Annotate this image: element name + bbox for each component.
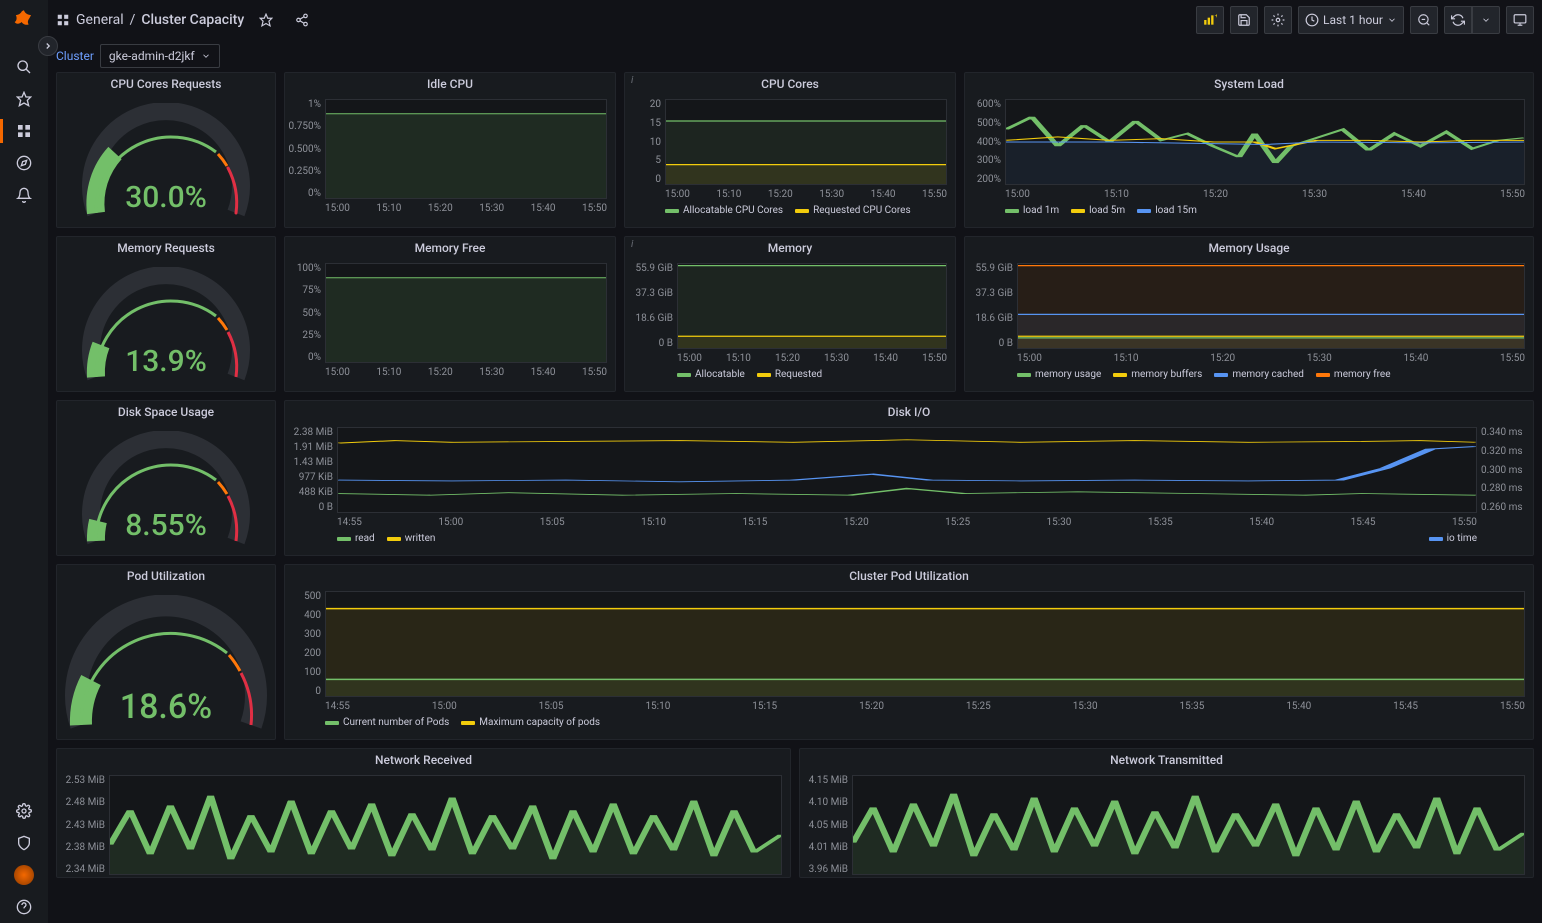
panel-pod-utilization[interactable]: Pod Utilization 18.6% bbox=[56, 564, 276, 740]
x-axis: 14:5515:0015:0515:1015:1515:2015:2515:30… bbox=[325, 701, 1525, 713]
panel-title: System Load bbox=[965, 73, 1533, 93]
panel-disk-space-usage[interactable]: Disk Space Usage 8.55% bbox=[56, 400, 276, 556]
sidebar-expand-button[interactable] bbox=[38, 36, 58, 56]
svg-text:+: + bbox=[1215, 14, 1217, 20]
y-axis: 55.9 GiB37.3 GiB18.6 GiB0 B bbox=[965, 263, 1013, 349]
panel-cluster-pod-utilization[interactable]: Cluster Pod Utilization 5004003002001000… bbox=[284, 564, 1534, 740]
y-axis-right: 0.340 ms0.320 ms0.300 ms0.280 ms0.260 ms bbox=[1481, 427, 1533, 513]
chevron-down-icon bbox=[201, 51, 211, 61]
save-button[interactable] bbox=[1230, 6, 1258, 34]
var-select-cluster[interactable]: gke-admin-d2jkf bbox=[100, 44, 220, 68]
y-axis: 1%0.750%0.500%0.250%0% bbox=[285, 99, 321, 199]
time-label: Last 1 hour bbox=[1323, 13, 1383, 27]
time-picker[interactable]: Last 1 hour bbox=[1298, 6, 1404, 34]
settings-button[interactable] bbox=[1264, 6, 1292, 34]
refresh-button[interactable] bbox=[1444, 6, 1472, 34]
y-axis: 100%75%50%25%0% bbox=[285, 263, 321, 363]
legend-left: read written bbox=[337, 533, 435, 544]
var-value-cluster: gke-admin-d2jkf bbox=[109, 49, 195, 63]
y-axis: 20151050 bbox=[625, 99, 661, 185]
panel-title: Disk Space Usage bbox=[57, 401, 275, 421]
x-axis: 15:0015:1015:2015:3015:4015:50 bbox=[677, 353, 947, 365]
panel-cpu-cores[interactable]: i CPU Cores 20151050 15:0015:1015:2015:3… bbox=[624, 72, 956, 228]
shield-icon[interactable] bbox=[0, 827, 48, 859]
x-axis: 15:0015:1015:2015:3015:4015:50 bbox=[325, 203, 607, 215]
panel-network-transmitted[interactable]: Network Transmitted 4.15 MiB4.10 MiB4.05… bbox=[799, 748, 1534, 878]
legend: memory usage memory buffers memory cache… bbox=[965, 365, 1533, 380]
x-axis: 15:0015:1015:2015:3015:4015:50 bbox=[1005, 189, 1525, 201]
help-icon[interactable] bbox=[0, 891, 48, 923]
panel-cpu-cores-requests[interactable]: CPU Cores Requests 30.0% bbox=[56, 72, 276, 228]
dashboards-icon[interactable] bbox=[0, 115, 48, 147]
y-axis-left: 2.38 MiB1.91 MiB1.43 MiB977 KiB488 KiB0 … bbox=[285, 427, 333, 513]
y-axis: 55.9 GiB37.3 GiB18.6 GiB0 B bbox=[625, 263, 673, 349]
panel-title: Memory bbox=[625, 237, 955, 257]
panel-title: Memory Usage bbox=[965, 237, 1533, 257]
gauge-value: 13.9% bbox=[57, 344, 275, 379]
info-icon: i bbox=[631, 239, 633, 250]
panel-title: Memory Requests bbox=[57, 237, 275, 257]
info-icon: i bbox=[631, 75, 633, 86]
gauge-value: 18.6% bbox=[57, 687, 275, 727]
panel-network-received[interactable]: Network Received 2.53 MiB2.48 MiB2.43 Mi… bbox=[56, 748, 791, 878]
legend-right: io time bbox=[1429, 533, 1477, 544]
avatar[interactable] bbox=[0, 859, 48, 891]
x-axis: 15:0015:1015:2015:3015:4015:50 bbox=[325, 367, 607, 379]
panel-title: Disk I/O bbox=[285, 401, 1533, 421]
config-icon[interactable] bbox=[0, 795, 48, 827]
panel-title: Pod Utilization bbox=[57, 565, 275, 585]
panel-title: Idle CPU bbox=[285, 73, 615, 93]
sidebar bbox=[0, 0, 48, 923]
panel-title: CPU Cores bbox=[625, 73, 955, 93]
gauge-value: 30.0% bbox=[57, 180, 275, 215]
breadcrumb: General / Cluster Capacity bbox=[56, 12, 244, 28]
add-panel-button[interactable]: + bbox=[1196, 6, 1224, 34]
x-axis: 15:0015:1015:2015:3015:4015:50 bbox=[665, 189, 947, 201]
folder-name[interactable]: General bbox=[76, 12, 124, 28]
y-axis: 2.53 MiB2.48 MiB2.43 MiB2.38 MiB2.34 MiB bbox=[57, 775, 105, 875]
alert-icon[interactable] bbox=[0, 179, 48, 211]
panel-title: CPU Cores Requests bbox=[57, 73, 275, 93]
y-axis: 600%500%400%300%200% bbox=[965, 99, 1001, 185]
dashboard-title: Cluster Capacity bbox=[141, 12, 244, 28]
panel-memory[interactable]: i Memory 55.9 GiB37.3 GiB18.6 GiB0 B 15:… bbox=[624, 236, 956, 392]
panel-title: Cluster Pod Utilization bbox=[285, 565, 1533, 585]
grafana-logo[interactable] bbox=[10, 8, 38, 51]
y-axis: 4.15 MiB4.10 MiB4.05 MiB4.01 MiB3.96 MiB bbox=[800, 775, 848, 875]
panel-memory-requests[interactable]: Memory Requests 13.9% bbox=[56, 236, 276, 392]
star-icon[interactable] bbox=[0, 83, 48, 115]
panel-idle-cpu[interactable]: Idle CPU 1%0.750%0.500%0.250%0% 15:0015:… bbox=[284, 72, 616, 228]
panel-memory-usage[interactable]: Memory Usage 55.9 GiB37.3 GiB18.6 GiB0 B… bbox=[964, 236, 1534, 392]
legend: Current number of Pods Maximum capacity … bbox=[285, 713, 1533, 728]
legend: Allocatable CPU Cores Requested CPU Core… bbox=[625, 201, 955, 216]
dashboard-content: CPU Cores Requests 30.0% Idle CPU 1%0.75… bbox=[48, 72, 1542, 923]
panel-title: Memory Free bbox=[285, 237, 615, 257]
y-axis: 5004003002001000 bbox=[285, 591, 321, 697]
legend: Allocatable Requested bbox=[625, 365, 955, 380]
panel-memory-free[interactable]: Memory Free 100%75%50%25%0% 15:0015:1015… bbox=[284, 236, 616, 392]
var-label-cluster: Cluster bbox=[56, 49, 94, 63]
x-axis: 14:5515:0015:0515:1015:1515:2015:2515:30… bbox=[337, 517, 1477, 529]
share-button[interactable] bbox=[288, 6, 316, 34]
favorite-button[interactable] bbox=[252, 6, 280, 34]
panel-title: Network Received bbox=[57, 749, 790, 769]
zoom-out-button[interactable] bbox=[1410, 6, 1438, 34]
topbar: General / Cluster Capacity + Last 1 hour bbox=[48, 0, 1542, 40]
explore-icon[interactable] bbox=[0, 147, 48, 179]
variable-bar: Cluster gke-admin-d2jkf bbox=[48, 40, 1542, 72]
panel-system-load[interactable]: System Load 600%500%400%300%200% 15:0015… bbox=[964, 72, 1534, 228]
search-icon[interactable] bbox=[0, 51, 48, 83]
panel-title: Network Transmitted bbox=[800, 749, 1533, 769]
panel-icon bbox=[56, 13, 70, 27]
gauge-value: 8.55% bbox=[57, 508, 275, 543]
legend: load 1m load 5m load 15m bbox=[965, 201, 1533, 216]
x-axis: 15:0015:1015:2015:3015:4015:50 bbox=[1017, 353, 1525, 365]
panel-disk-io[interactable]: Disk I/O 2.38 MiB1.91 MiB1.43 MiB977 KiB… bbox=[284, 400, 1534, 556]
tv-mode-button[interactable] bbox=[1506, 6, 1534, 34]
refresh-interval-button[interactable] bbox=[1472, 6, 1500, 34]
